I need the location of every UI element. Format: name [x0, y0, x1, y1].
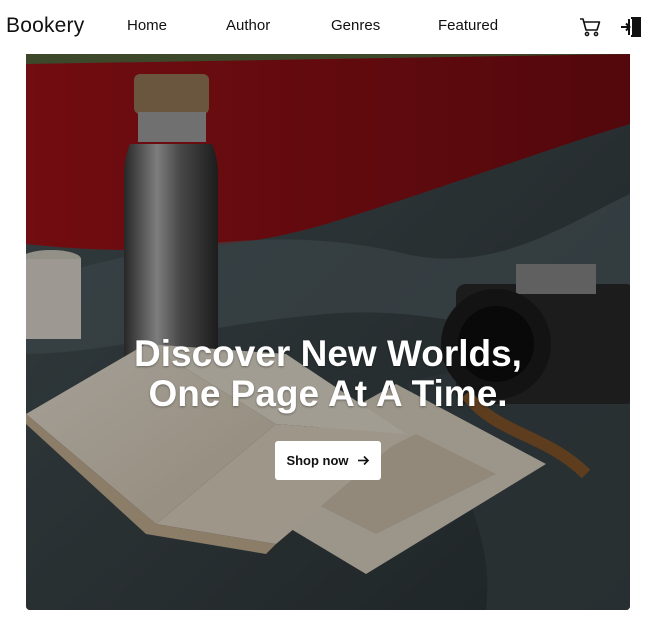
hero-banner: Discover New Worlds, One Page At A Time.… — [26, 54, 630, 610]
navbar: Bookery Home Author Genres Featured — [0, 0, 656, 54]
hero-overlay — [26, 54, 630, 610]
hero-title-line2: One Page At A Time. — [148, 373, 508, 414]
shop-now-label: Shop now — [286, 453, 349, 468]
login-icon[interactable] — [620, 14, 646, 40]
nav-link-author[interactable]: Author — [226, 17, 270, 34]
shop-now-button[interactable]: Shop now — [275, 441, 381, 480]
arrow-right-icon — [357, 455, 369, 466]
hero-title-line1: Discover New Worlds, — [134, 333, 522, 374]
nav-link-featured[interactable]: Featured — [438, 17, 498, 34]
nav-link-home[interactable]: Home — [127, 17, 167, 34]
cart-icon[interactable] — [577, 14, 603, 40]
brand-logo[interactable]: Bookery — [6, 14, 84, 38]
hero-title: Discover New Worlds, One Page At A Time. — [26, 334, 630, 414]
nav-link-genres[interactable]: Genres — [331, 17, 380, 34]
